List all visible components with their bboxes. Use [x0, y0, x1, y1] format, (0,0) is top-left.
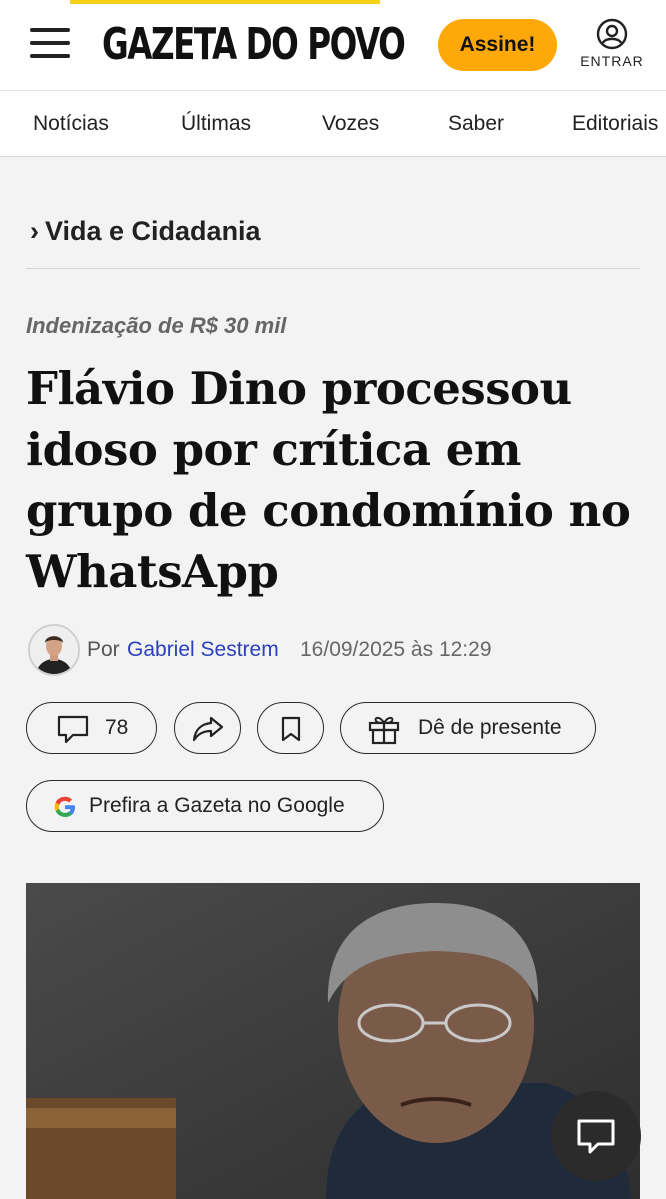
account-button[interactable]: ENTRAR: [580, 18, 644, 78]
byline-prefix: Por: [87, 638, 120, 661]
menu-icon[interactable]: [30, 28, 72, 62]
google-preference-button[interactable]: Prefira a Gazeta no Google: [26, 780, 384, 832]
share-button[interactable]: [174, 702, 241, 754]
save-button[interactable]: [257, 702, 324, 754]
chat-bubble-icon: [577, 1119, 615, 1154]
article-photo: [26, 883, 640, 1199]
gift-label: Dê de presente: [418, 716, 562, 739]
nav-item-ultimas[interactable]: Últimas: [181, 91, 251, 156]
site-logo[interactable]: GAZETA DO POVO: [102, 18, 406, 72]
gift-icon: [368, 716, 400, 745]
speech-bubble-icon: [57, 715, 89, 744]
comments-button[interactable]: 78: [26, 702, 157, 754]
nav-item-vozes[interactable]: Vozes: [322, 91, 379, 156]
account-label: ENTRAR: [580, 53, 644, 69]
nav-item-noticias[interactable]: Notícias: [33, 91, 109, 156]
google-preference-label: Prefira a Gazeta no Google: [89, 794, 345, 817]
article-kicker: Indenização de R$ 30 mil: [26, 313, 287, 338]
top-bar: GAZETA DO POVO Assine! ENTRAR: [0, 0, 666, 90]
user-circle-icon: [596, 18, 628, 50]
top-accent-strip: [70, 0, 380, 4]
publish-date: 16/09/2025 às 12:29: [300, 638, 492, 661]
comments-count: 78: [105, 716, 129, 739]
gift-button[interactable]: Dê de presente: [340, 702, 596, 754]
bookmark-icon: [281, 716, 301, 742]
section-nav: Notícias Últimas Vozes Saber Editoriais: [0, 90, 666, 157]
share-arrow-icon: [192, 716, 224, 742]
article-headline: Flávio Dino processou idoso por crítica …: [26, 362, 631, 598]
breadcrumb[interactable]: › Vida e Cidadania: [30, 210, 261, 252]
nav-item-editoriais[interactable]: Editoriais: [572, 91, 658, 156]
subscribe-button[interactable]: Assine!: [438, 19, 557, 71]
breadcrumb-section: Vida e Cidadania: [45, 216, 261, 246]
byline: Por Gabriel Sestrem 16/09/2025 às 12:29: [28, 624, 648, 676]
chat-button[interactable]: [551, 1091, 641, 1181]
chevron-right-icon: ›: [30, 216, 39, 246]
divider: [26, 268, 640, 269]
google-g-icon: [54, 796, 75, 817]
nav-item-saber[interactable]: Saber: [448, 91, 504, 156]
avatar[interactable]: [28, 624, 80, 676]
author-link[interactable]: Gabriel Sestrem: [127, 638, 279, 662]
